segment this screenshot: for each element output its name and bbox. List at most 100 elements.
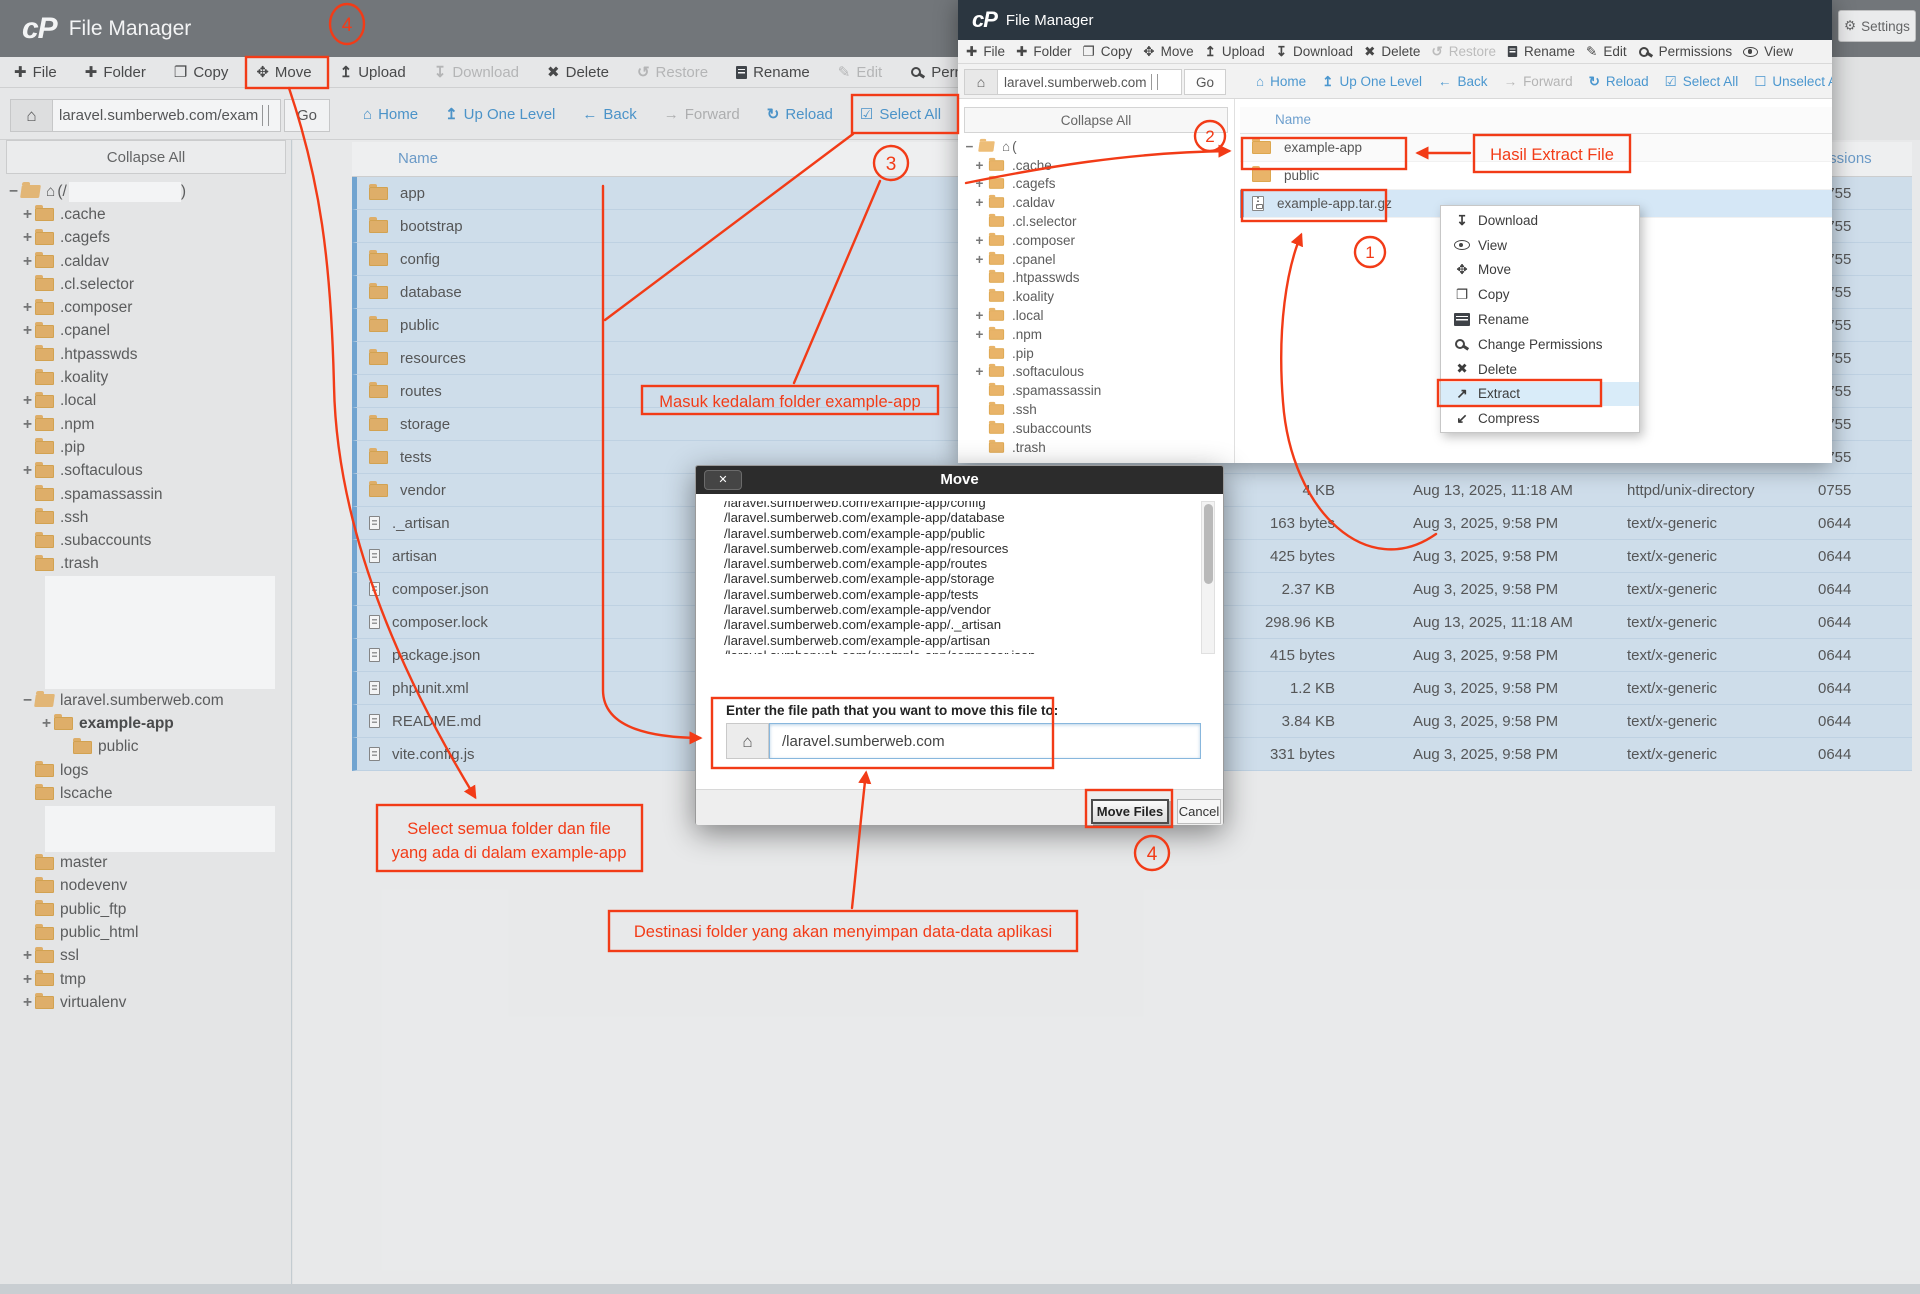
tree-item[interactable]: + .cache (962, 156, 1234, 175)
context-menu-item[interactable]: Rename (1441, 307, 1639, 332)
tree-toggle[interactable]: + (972, 233, 987, 248)
scrollbar-thumb[interactable] (1204, 504, 1213, 584)
column-header-name[interactable]: Name (1275, 112, 1311, 127)
nav-icon (1438, 75, 1452, 89)
context-menu-item[interactable]: Compress (1441, 406, 1639, 431)
table-row[interactable]: public (1240, 162, 1832, 190)
toolbar-button[interactable]: Download (1276, 44, 1353, 59)
home-path-button[interactable] (964, 69, 998, 95)
tree-item[interactable]: + .composer (962, 231, 1234, 250)
window-title: File Manager (1006, 12, 1094, 29)
tree-item[interactable]: .pip (962, 344, 1234, 363)
path-input[interactable]: laravel.sumberweb.com (998, 69, 1182, 95)
toolbar-button[interactable]: File (966, 44, 1005, 59)
folder-icon (989, 273, 1004, 283)
toolbar-button[interactable]: Permissions (1638, 44, 1733, 59)
move-path-line: /laravel.sumberweb.com/example-app/vendo… (724, 602, 1199, 617)
tree-toggle[interactable]: + (972, 327, 987, 342)
tree-item[interactable]: .koality (962, 287, 1234, 306)
nav-link[interactable]: Home (1256, 74, 1306, 89)
collapse-all-button[interactable]: Collapse All (964, 107, 1228, 133)
cancel-button[interactable]: Cancel (1177, 799, 1221, 824)
nav-icon (1322, 75, 1333, 89)
home-icon (977, 75, 985, 89)
tree-item[interactable]: + .local (962, 306, 1234, 325)
move-path-line: /laravel.sumberweb.com/example-app/compo… (724, 648, 1199, 654)
toolbar-button[interactable]: Rename (1507, 44, 1575, 59)
tree-item[interactable]: + .softaculous (962, 363, 1234, 382)
tree-toggle[interactable]: + (972, 308, 987, 323)
menu-item-icon (1454, 337, 1470, 351)
folder-icon (989, 216, 1004, 226)
move-path-line: /laravel.sumberweb.com/example-app/artis… (724, 633, 1199, 648)
toolbar-button[interactable]: Delete (1364, 44, 1420, 59)
context-menu-item[interactable]: Copy (1441, 282, 1639, 307)
tree-toggle[interactable]: + (972, 158, 987, 173)
tree-item[interactable]: .ssh (962, 400, 1234, 419)
context-menu-item[interactable]: Change Permissions (1441, 332, 1639, 357)
context-menu-item[interactable]: Download (1441, 208, 1639, 233)
folder-icon (989, 404, 1004, 414)
menu-item-icon (1454, 387, 1470, 401)
folder-icon (989, 329, 1004, 339)
bottom-strip (0, 1284, 1920, 1294)
toolbar-button[interactable]: Folder (1016, 44, 1072, 59)
nav-link[interactable]: Unselect All (1754, 74, 1832, 89)
tree-toggle[interactable]: + (972, 364, 987, 379)
toolbar-icon (1586, 45, 1597, 59)
nav-link[interactable]: Select All (1665, 74, 1739, 89)
tree-item[interactable]: .spamassassin (962, 381, 1234, 400)
file-type-icon (1252, 169, 1271, 182)
context-menu-item[interactable]: View (1441, 233, 1639, 258)
tree-item[interactable]: .cl.selector (962, 212, 1234, 231)
file-list-header: Name (1240, 107, 1832, 134)
tree-toggle[interactable]: + (972, 195, 987, 210)
move-files-button[interactable]: Move Files (1091, 799, 1169, 824)
toolbar-icon (1143, 45, 1154, 59)
folder-icon (989, 235, 1004, 245)
tree-item[interactable]: + .cagefs (962, 175, 1234, 194)
foreground-window: cP File Manager File Folder Copy (958, 0, 1832, 463)
nav-link[interactable]: Reload (1589, 74, 1649, 89)
folder-icon (989, 423, 1004, 433)
nav-icon (1665, 75, 1677, 89)
nav-link[interactable]: Back (1438, 74, 1488, 89)
nav-link[interactable]: Up One Level (1322, 74, 1422, 89)
tree-item[interactable]: + .cpanel (962, 250, 1234, 269)
context-menu-item[interactable]: Extract (1441, 382, 1639, 407)
toolbar-button[interactable]: Upload (1205, 44, 1265, 59)
toolbar-icon (1638, 45, 1653, 59)
toolbar-button[interactable]: Edit (1586, 44, 1627, 59)
nav-link[interactable]: Forward (1504, 74, 1573, 89)
tree-root-item[interactable]: − ( (962, 137, 1234, 156)
tree-item[interactable]: .htpasswds (962, 269, 1234, 288)
scrollbar[interactable] (1201, 501, 1215, 654)
foreground-window-titlebar: cP File Manager (958, 0, 1832, 40)
destination-path-input[interactable]: /laravel.sumberweb.com (769, 723, 1201, 759)
tree-toggle[interactable]: + (972, 176, 987, 191)
tree-item[interactable]: .trash (962, 438, 1234, 457)
table-row[interactable]: example-app (1240, 134, 1832, 162)
go-button[interactable]: Go (1184, 69, 1226, 95)
menu-item-icon (1454, 263, 1470, 277)
open-folder-icon (978, 141, 995, 151)
toolbar-icon (966, 45, 977, 59)
menu-item-icon (1454, 313, 1470, 326)
toolbar-button[interactable]: Move (1143, 44, 1193, 59)
toolbar-button[interactable]: Copy (1083, 44, 1133, 59)
home-path-button[interactable] (726, 723, 769, 759)
move-path-line: /laravel.sumberweb.com/example-app/stora… (724, 571, 1199, 586)
foreground-nav-toolbar: Home Up One Level Back Forward (1242, 64, 1832, 99)
toolbar-button[interactable]: View (1743, 44, 1793, 59)
toolbar-button[interactable]: Restore (1431, 44, 1496, 59)
tree-item[interactable]: .subaccounts (962, 419, 1234, 438)
tree-item[interactable]: + .npm (962, 325, 1234, 344)
context-menu-item[interactable]: Delete (1441, 357, 1639, 382)
home-icon (1002, 140, 1010, 154)
file-type-icon (1252, 196, 1264, 211)
move-paths-list[interactable]: /laravel.sumberweb.com/example-app/confi… (713, 501, 1199, 654)
context-menu: Download View Move Copy Rename (1440, 205, 1640, 433)
context-menu-item[interactable]: Move (1441, 258, 1639, 283)
tree-toggle[interactable]: + (972, 252, 987, 267)
tree-item[interactable]: + .caldav (962, 193, 1234, 212)
